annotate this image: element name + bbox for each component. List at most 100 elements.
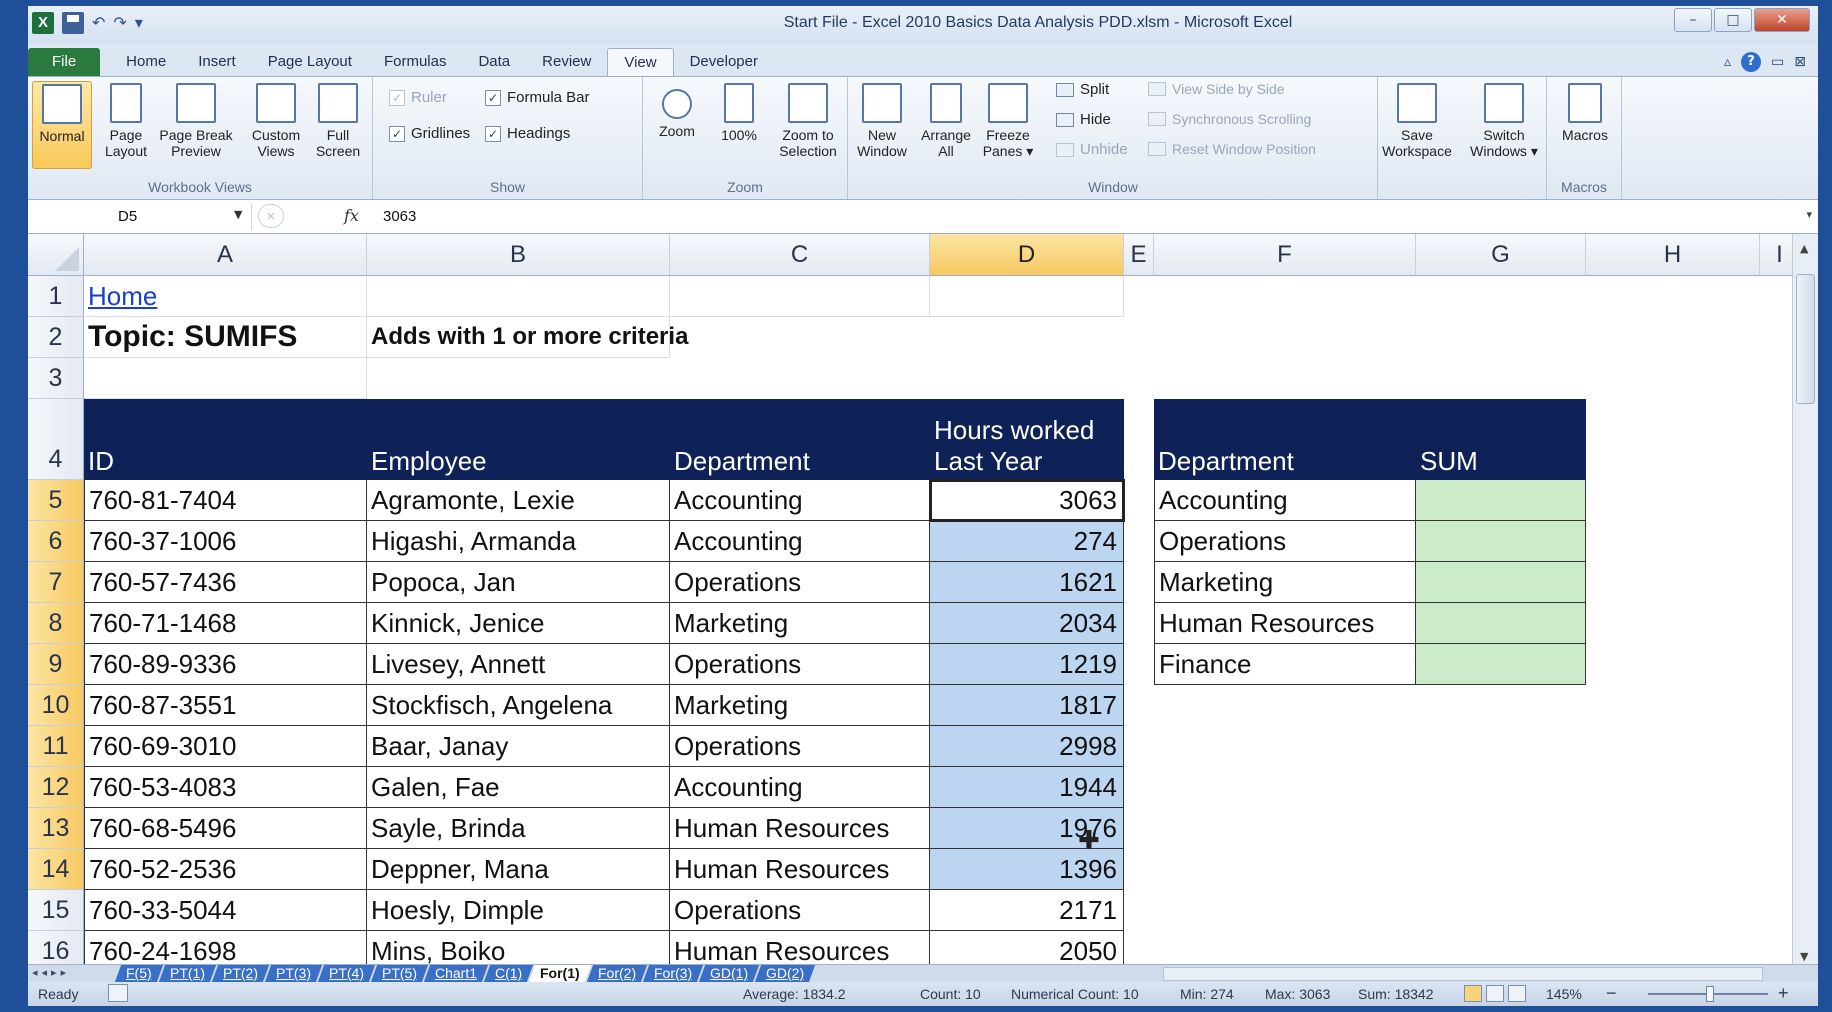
name-box[interactable]: D5: [32, 204, 252, 230]
cell-department-row-11[interactable]: Operations: [670, 726, 930, 767]
cell-department-row-8[interactable]: Marketing: [670, 603, 930, 644]
cell-employee-row-8[interactable]: Kinnick, Jenice: [367, 603, 670, 644]
column-header-e[interactable]: E: [1124, 234, 1154, 276]
row-header-15[interactable]: 15: [28, 890, 84, 931]
row-header-1[interactable]: 1: [28, 276, 84, 317]
summary-sum-cell[interactable]: [1416, 644, 1586, 685]
cell-hours-row-10[interactable]: 1817: [930, 685, 1124, 726]
summary-header-department[interactable]: Department: [1154, 399, 1416, 480]
cell-id-row-13[interactable]: 760-68-5496: [84, 808, 367, 849]
horizontal-scrollbar[interactable]: [1163, 967, 1763, 981]
zoom-in-icon[interactable]: +: [1778, 983, 1789, 1004]
cell-employee-row-15[interactable]: Hoesly, Dimple: [367, 890, 670, 931]
cell-employee-row-10[interactable]: Stockfisch, Angelena: [367, 685, 670, 726]
column-header-b[interactable]: B: [367, 234, 670, 276]
sheet-tab[interactable]: C(1): [483, 965, 534, 982]
column-header-i[interactable]: I: [1760, 234, 1792, 276]
view-side-by-side-button[interactable]: View Side by Side: [1148, 81, 1285, 97]
help-icon[interactable]: ?: [1741, 52, 1762, 72]
freeze-panes-button[interactable]: Freeze Panes ▾: [978, 81, 1038, 169]
header-id[interactable]: ID: [84, 399, 367, 480]
cell-id-row-6[interactable]: 760-37-1006: [84, 521, 367, 562]
macros-button[interactable]: Macros: [1555, 81, 1615, 169]
cell-a3[interactable]: [84, 358, 367, 399]
row-header-3[interactable]: 3: [28, 358, 84, 399]
switch-windows-button[interactable]: Switch Windows ▾: [1464, 81, 1544, 169]
status-zoom-level[interactable]: 145%: [1546, 986, 1582, 1002]
minimize-button[interactable]: –: [1674, 8, 1712, 32]
scroll-down-icon[interactable]: ▼: [1800, 950, 1808, 963]
cell-id-row-9[interactable]: 760-89-9336: [84, 644, 367, 685]
sheet-tab[interactable]: PT(2): [211, 965, 269, 982]
cell-id-row-10[interactable]: 760-87-3551: [84, 685, 367, 726]
cell-hours-row-8[interactable]: 2034: [930, 603, 1124, 644]
row-header-6[interactable]: 6: [28, 521, 84, 562]
cell-department-row-7[interactable]: Operations: [670, 562, 930, 603]
row-header-10[interactable]: 10: [28, 685, 84, 726]
sheet-tab[interactable]: F(5): [114, 965, 163, 982]
summary-department-cell[interactable]: Accounting: [1154, 480, 1416, 521]
sheet-tab[interactable]: PT(5): [370, 965, 428, 982]
zoom-out-icon[interactable]: −: [1606, 983, 1617, 1004]
full-screen-button[interactable]: Full Screen: [308, 81, 368, 169]
tab-developer[interactable]: Developer: [674, 48, 774, 76]
cell-id-row-11[interactable]: 760-69-3010: [84, 726, 367, 767]
column-header-f[interactable]: F: [1154, 234, 1416, 276]
cell-a1-home-link[interactable]: Home: [84, 276, 367, 317]
sheet-tab[interactable]: PT(1): [158, 965, 216, 982]
row-header-2[interactable]: 2: [28, 317, 84, 358]
cell-department-row-12[interactable]: Accounting: [670, 767, 930, 808]
summary-department-cell[interactable]: Operations: [1154, 521, 1416, 562]
tab-home[interactable]: Home: [110, 48, 182, 76]
column-header-g[interactable]: G: [1416, 234, 1586, 276]
restore-workbook-icon[interactable]: ▭: [1771, 54, 1784, 70]
header-employee[interactable]: Employee: [367, 399, 670, 480]
row-header-11[interactable]: 11: [28, 726, 84, 767]
split-button[interactable]: Split: [1056, 81, 1109, 98]
tab-formulas[interactable]: Formulas: [368, 48, 463, 76]
hide-button[interactable]: Hide: [1056, 111, 1111, 128]
cell-hours-row-9[interactable]: 1219: [930, 644, 1124, 685]
summary-sum-cell[interactable]: [1416, 480, 1586, 521]
vertical-scrollbar[interactable]: ▲ ▼: [1792, 234, 1818, 970]
row-header-14[interactable]: 14: [28, 849, 84, 890]
cell-id-row-12[interactable]: 760-53-4083: [84, 767, 367, 808]
formula-input[interactable]: 3063: [383, 208, 416, 225]
page-break-preview-button[interactable]: Page Break Preview: [156, 81, 236, 169]
row-header-8[interactable]: 8: [28, 603, 84, 644]
worksheet-grid[interactable]: A B C D E F G H I 1 2 3 4 Home Topic: SU…: [28, 234, 1792, 970]
tab-data[interactable]: Data: [462, 48, 526, 76]
cell-id-row-5[interactable]: 760-81-7404: [84, 480, 367, 521]
cell-employee-row-11[interactable]: Baar, Janay: [367, 726, 670, 767]
row-header-9[interactable]: 9: [28, 644, 84, 685]
zoom-to-selection-button[interactable]: Zoom to Selection: [771, 81, 845, 169]
formula-bar-checkbox[interactable]: ✓ Formula Bar: [485, 89, 590, 106]
summary-header-sum[interactable]: SUM: [1416, 399, 1586, 480]
new-window-button[interactable]: New Window: [852, 81, 912, 169]
row-header-7[interactable]: 7: [28, 562, 84, 603]
cell-employee-row-9[interactable]: Livesey, Annett: [367, 644, 670, 685]
cell-hours-row-15[interactable]: 2171: [930, 890, 1124, 931]
cell-c1[interactable]: [670, 276, 930, 317]
cell-department-row-10[interactable]: Marketing: [670, 685, 930, 726]
cell-b1[interactable]: [367, 276, 670, 317]
cell-department-row-13[interactable]: Human Resources: [670, 808, 930, 849]
expand-formula-bar-icon[interactable]: ▾: [1806, 208, 1812, 221]
custom-views-button[interactable]: Custom Views: [246, 81, 306, 169]
row-header-12[interactable]: 12: [28, 767, 84, 808]
page-layout-view-button[interactable]: Page Layout: [96, 81, 156, 169]
scroll-up-icon[interactable]: ▲: [1800, 242, 1808, 255]
normal-view-status-icon[interactable]: [1464, 985, 1482, 1002]
page-break-status-icon[interactable]: [1508, 985, 1526, 1002]
synchronous-scrolling-button[interactable]: Synchronous Scrolling: [1148, 111, 1311, 127]
ruler-checkbox[interactable]: ✓ Ruler: [389, 89, 447, 106]
cell-hours-row-6[interactable]: 274: [930, 521, 1124, 562]
headings-checkbox[interactable]: ✓ Headings: [485, 125, 570, 142]
summary-department-cell[interactable]: Finance: [1154, 644, 1416, 685]
cell-employee-row-5[interactable]: Agramonte, Lexie: [367, 480, 670, 521]
cell-employee-row-12[interactable]: Galen, Fae: [367, 767, 670, 808]
insert-function-icon[interactable]: fx: [344, 206, 359, 225]
cell-id-row-8[interactable]: 760-71-1468: [84, 603, 367, 644]
cell-id-row-7[interactable]: 760-57-7436: [84, 562, 367, 603]
unhide-button[interactable]: Unhide: [1056, 141, 1128, 158]
